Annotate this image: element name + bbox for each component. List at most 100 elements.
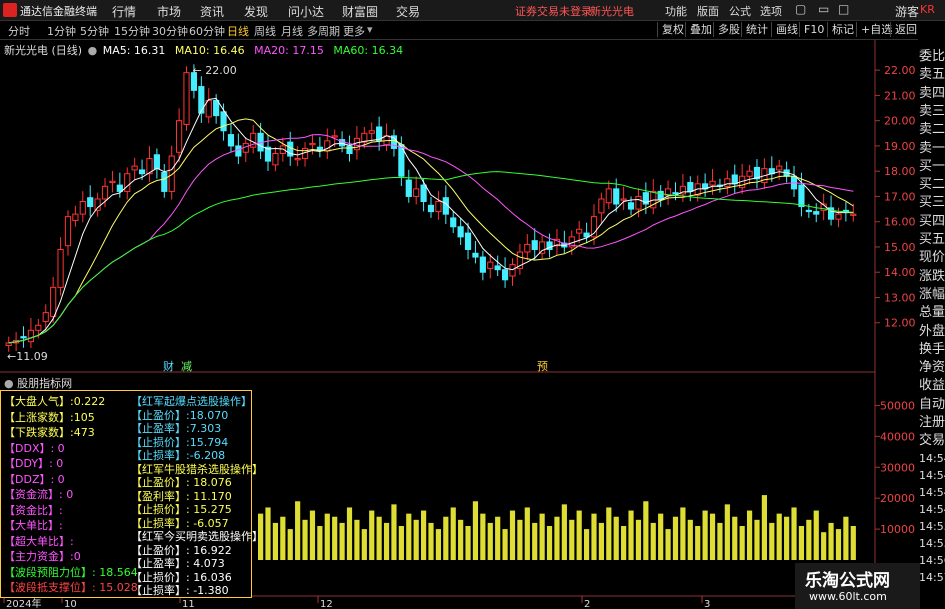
quote-panel-item[interactable]: 现价	[919, 246, 945, 265]
candle-body	[405, 179, 412, 197]
ma10-line	[8, 118, 854, 344]
candle-body	[413, 188, 420, 197]
volume-bar	[361, 529, 367, 560]
quote-panel-item[interactable]: 14:54	[919, 469, 945, 482]
candle-body	[805, 209, 812, 213]
event-marker: 预	[537, 360, 548, 373]
quote-panel-item[interactable]: 买五	[919, 228, 945, 247]
candle-body	[20, 336, 27, 339]
volume-series	[258, 495, 856, 560]
volume-bar	[539, 513, 545, 560]
panel-value: :0	[70, 550, 81, 563]
quote-panel-item[interactable]: 14:54	[919, 452, 945, 465]
quote-panel-item[interactable]: 买二	[919, 173, 945, 192]
candle-body	[183, 72, 190, 125]
volume-bar	[324, 513, 330, 560]
quote-panel-item[interactable]: 14:56	[919, 554, 945, 567]
candle-body	[531, 240, 538, 250]
volume-tick-label: 20000	[880, 492, 915, 505]
candle-body	[487, 261, 494, 269]
candle-body	[42, 312, 49, 322]
quote-panel-item[interactable]: 卖三	[919, 100, 945, 119]
ma5-line	[8, 97, 854, 344]
panel-row: 【大盘人气】:0.222	[4, 393, 105, 409]
volume-bar	[332, 516, 338, 560]
indicator-name: 股朋指标网	[17, 377, 73, 390]
volume-bar	[606, 507, 612, 560]
event-marker: 财	[163, 359, 174, 373]
volume-bar	[732, 516, 738, 560]
candle-body	[435, 201, 442, 213]
volume-tick-label: 40000	[880, 430, 915, 443]
quote-panel-item[interactable]: 14:55	[919, 520, 945, 533]
panel-row: 【主力资金】:0	[4, 548, 81, 564]
price-tick-label: 17.00	[884, 190, 916, 203]
candle-body	[227, 134, 235, 147]
site-watermark: 乐淘公式网 www.60lt.com	[795, 563, 920, 609]
candle-body	[272, 153, 279, 166]
quote-panel-item[interactable]: 收益	[919, 374, 945, 393]
candle-body	[657, 190, 664, 200]
volume-bar	[532, 522, 538, 560]
candle-body	[309, 142, 316, 146]
candle-body	[672, 192, 679, 195]
quote-panel-item[interactable]: 交易	[919, 429, 945, 448]
volume-bar	[406, 513, 412, 560]
candle-body	[72, 213, 79, 221]
volume-bar	[813, 510, 819, 560]
price-tick-label: 12.00	[884, 317, 916, 330]
settings-dot-icon[interactable]: ●	[4, 377, 14, 390]
quote-panel-item[interactable]: 换手	[919, 338, 945, 357]
candle-body	[835, 213, 842, 220]
volume-bar	[391, 504, 397, 560]
quote-panel-item[interactable]: 净资	[919, 356, 945, 375]
volume-bar	[776, 513, 782, 560]
quote-panel-item[interactable]: 14:54	[919, 503, 945, 516]
quote-panel-item[interactable]: 14:55	[919, 537, 945, 550]
price-tick-label: 18.00	[884, 165, 916, 178]
quote-panel-item[interactable]: 卖一	[919, 137, 945, 156]
candle-body	[420, 184, 427, 202]
quote-panel-item[interactable]: 自动	[919, 393, 945, 412]
quote-panel-item[interactable]: 涨幅	[919, 283, 945, 302]
panel-tag[interactable]: KR	[920, 3, 935, 16]
quote-panel-item[interactable]: 外盘	[919, 320, 945, 339]
quote-panel-item[interactable]: 买三	[919, 191, 945, 210]
quote-panel-item[interactable]: 委比	[919, 45, 945, 64]
volume-bar	[828, 522, 834, 560]
volume-bar	[435, 529, 442, 560]
event-marker: 减	[181, 360, 192, 373]
candle-body	[353, 137, 361, 151]
panel-label: 【大单比】	[4, 519, 59, 532]
volume-bar	[761, 495, 767, 560]
quote-panel-item[interactable]: 14:54	[919, 486, 945, 499]
candle-body	[524, 243, 531, 253]
quote-panel-item[interactable]: 卖四	[919, 82, 945, 101]
volume-bar	[702, 510, 708, 560]
quote-panel-item[interactable]: 14:57	[919, 571, 945, 584]
volume-bar	[383, 522, 390, 560]
candle-body	[627, 202, 635, 210]
candle-body	[709, 180, 716, 186]
candle-body	[235, 145, 242, 157]
panel-row: 【DDZ】: 0	[4, 471, 65, 487]
candle-body	[368, 130, 375, 134]
panel-label: 【DDZ】	[4, 472, 51, 486]
volume-bar	[346, 507, 353, 560]
quote-panel-item[interactable]: 卖五	[919, 63, 945, 82]
quote-panel-item[interactable]: 卖二	[919, 118, 945, 137]
quote-panel-item[interactable]: 涨跌	[919, 265, 945, 284]
volume-bar	[450, 507, 456, 560]
volume-bar	[613, 516, 619, 560]
right-quote-panel: KR 委比 卖五 卖四 卖三 卖二 卖一 买一 买二 买三 买四 买五 现价 涨跌 涨幅 总量 外盘 换手 净资 收益…	[918, 3, 945, 609]
volume-bar	[798, 526, 805, 560]
panel-label: 【上涨家数】	[4, 410, 70, 424]
candle-body	[109, 180, 116, 184]
candle-body	[35, 324, 42, 331]
panel-row: 【下跌家数】:473	[4, 424, 95, 440]
candle-body	[450, 217, 457, 228]
quote-panel-item[interactable]: 总量	[919, 301, 945, 320]
quote-panel-item[interactable]: 买一	[919, 155, 945, 174]
quote-panel-item[interactable]: 买四	[919, 210, 945, 229]
quote-panel-item[interactable]: 注册	[919, 411, 945, 430]
